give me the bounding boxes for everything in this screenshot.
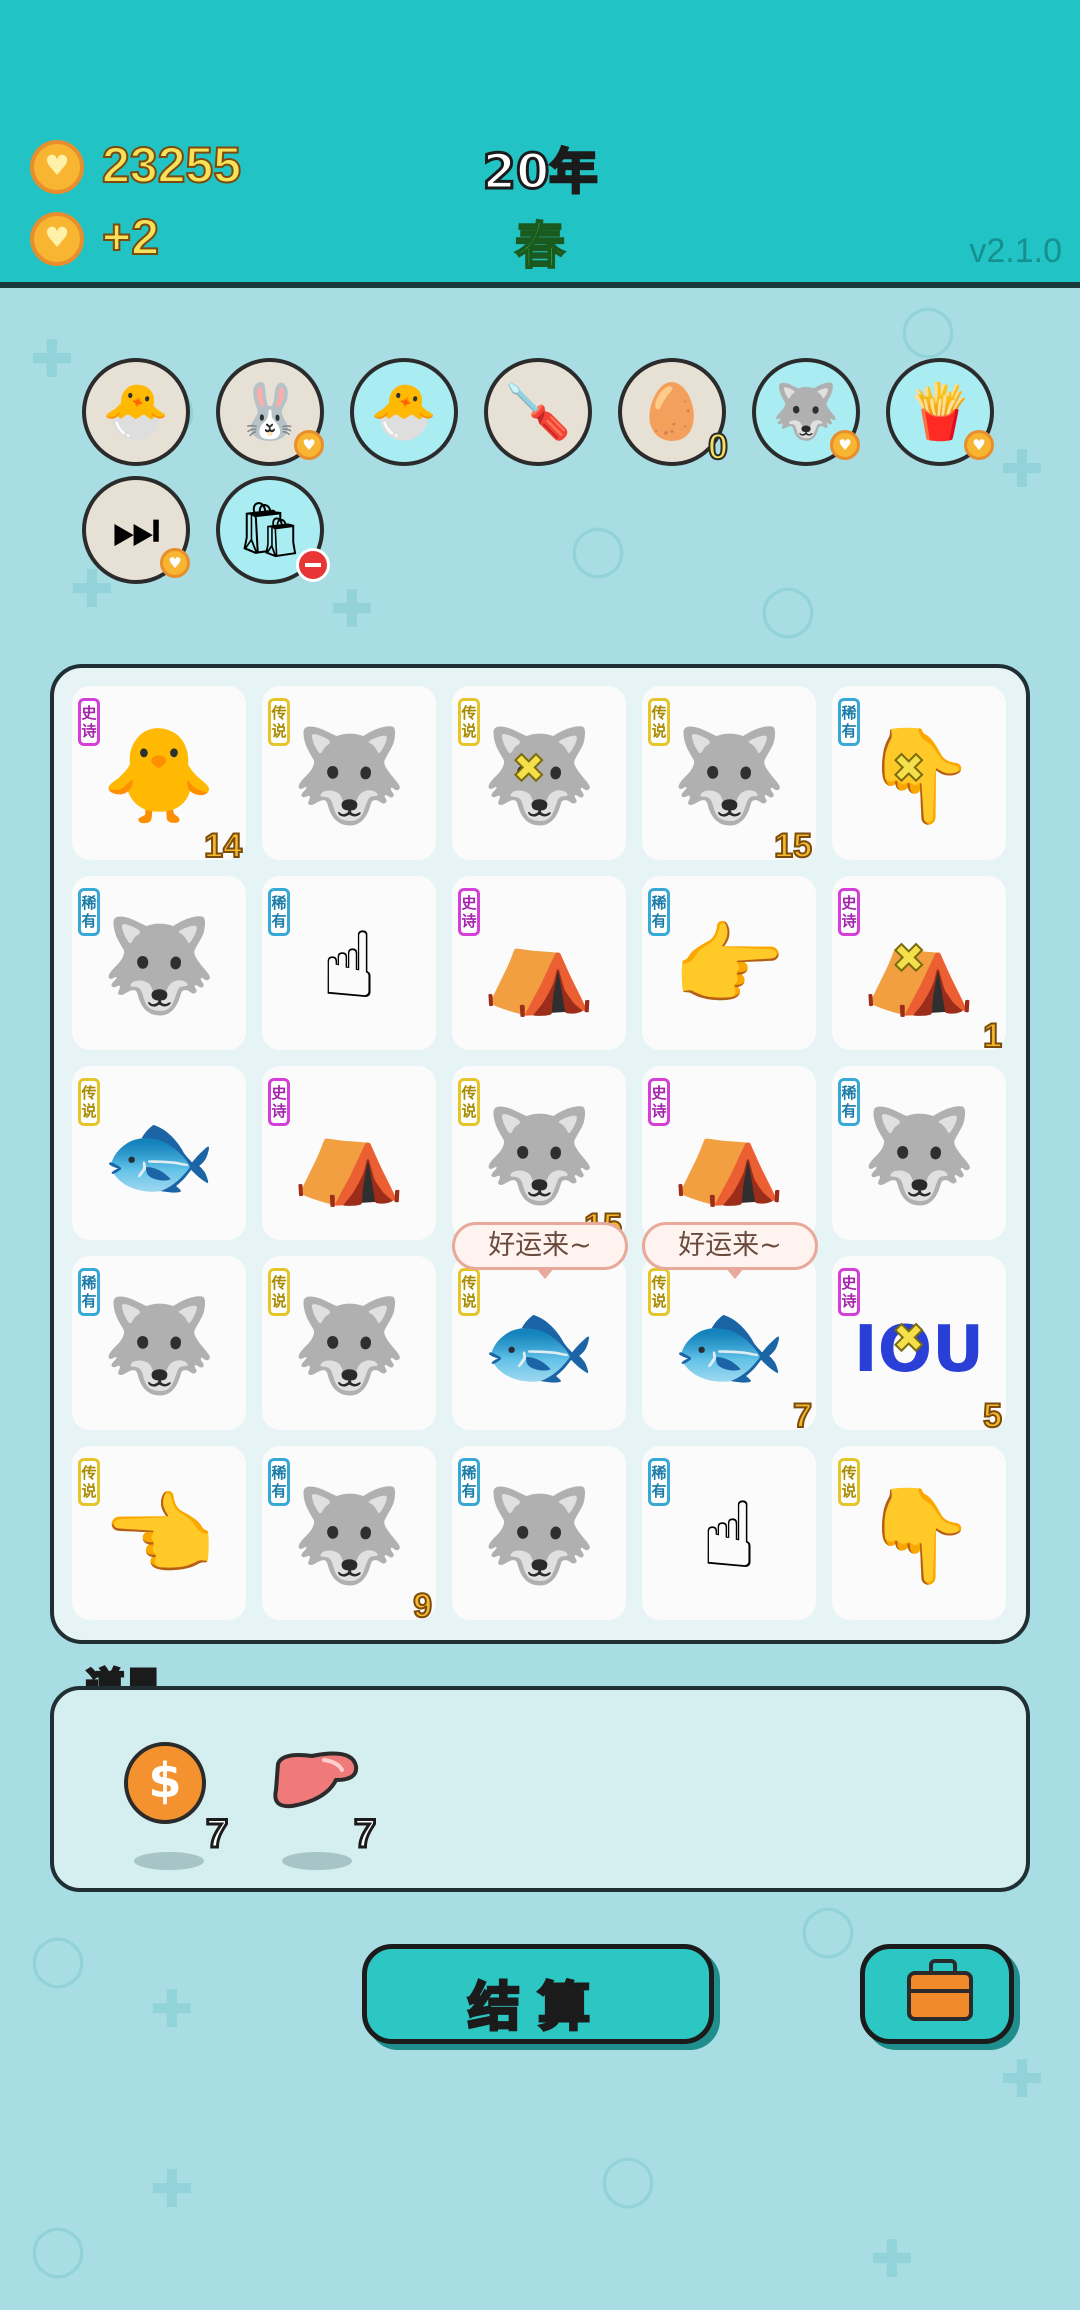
koi-fish-icon: 🐟 <box>101 1102 217 1209</box>
heart-badge-icon: ♥ <box>160 548 190 578</box>
husky-icon: 🐺 <box>481 1482 597 1589</box>
yellow-hand-pointing-down-icon: 👇 <box>861 1482 977 1589</box>
hand-pointing-up-icon: ☝ <box>700 1482 758 1589</box>
dollar-coin-icon: $ <box>124 1742 206 1824</box>
rabbit-tent-icon: ⛺ <box>671 1102 787 1209</box>
destroy-mark-icon: ✖ <box>891 935 926 983</box>
board-cell-rabbit-tent[interactable]: 史诗 ⛺ <box>262 1066 436 1240</box>
board-cell-husky[interactable]: 稀有 🐺 <box>72 1256 246 1430</box>
board-cell-yellow-chick-face[interactable]: 史诗 🐥 14 <box>72 686 246 866</box>
income-amount: +2 <box>101 208 160 266</box>
king-husky-icon: 🐺 <box>481 1102 597 1209</box>
relic-sack[interactable]: 🛍 <box>216 476 330 584</box>
year-label: 20年 <box>481 143 599 202</box>
yellow-chick-face-icon: 🐥 <box>101 722 217 829</box>
heart-badge-icon: ♥ <box>294 430 324 460</box>
briefcase-icon <box>907 1959 973 2021</box>
board-cell-hand-pointing-down-destroyed[interactable]: 稀有 👇 ✖ <box>832 686 1006 860</box>
slot-board: 史诗 🐥 14 传说 🐺 传说 🐺 ✖ 传说 🐺 15 稀有 👇 ✖ 稀有 🐺 稀有 ☝ 史诗 ⛺ 稀有 👉 史诗 ⛺ ✖ 1 传说… <box>50 664 1030 1644</box>
relic-fries[interactable]: 🍟 ♥ <box>886 358 994 466</box>
dollar-glyph: $ <box>148 1753 182 1809</box>
rabbit-tent-icon: ⛺ <box>481 912 597 1019</box>
cell-count: 15 <box>773 826 813 866</box>
yellow-hand-pointing-left-icon: 👈 <box>101 1482 217 1589</box>
hand-pointing-right-icon: 👉 <box>671 912 787 1019</box>
chick-with-egg-icon: 🐣 <box>370 380 438 443</box>
rabbit-tent-icon: ⛺ <box>291 1102 407 1209</box>
board-cell-rabbit-tent[interactable]: 史诗 ⛺ <box>642 1066 816 1240</box>
cell-count: 1 <box>982 1016 1003 1056</box>
board-cell-husky[interactable]: 稀有 🐺 <box>452 1446 626 1620</box>
item-count: 7 <box>204 1811 229 1858</box>
cell-count: 5 <box>982 1396 1003 1436</box>
version-label: v2.1.0 <box>969 232 1062 270</box>
board-cell-hand-pointing-right[interactable]: 稀有 👉 <box>642 876 816 1050</box>
destroy-mark-icon: ✖ <box>511 745 546 793</box>
chick-with-egg-icon: 🐣 <box>102 380 170 443</box>
speech-bubble: 好运来~ <box>642 1222 818 1279</box>
gold-amount: 23255 <box>101 136 242 194</box>
cell-count: 14 <box>203 826 243 866</box>
speech-bubble: 好运来~ <box>452 1222 628 1279</box>
item-shadow <box>282 1852 352 1870</box>
relic-husky[interactable]: 🐺 ♥ <box>752 358 860 466</box>
board-cell-king-husky[interactable]: 传说🐺15 <box>452 1066 626 1246</box>
board-cell-king-husky[interactable]: 传说 🐺 <box>262 686 436 860</box>
king-husky-icon: 🐺 <box>291 1292 407 1399</box>
inventory-button[interactable] <box>860 1944 1014 2044</box>
board-cell-hand-pointing-up[interactable]: 稀有 ☝ <box>262 876 436 1050</box>
board-cell-iou-note-destroyed[interactable]: 史诗 IOU ✖ 5 <box>832 1256 1006 1436</box>
board-cell-yellow-hand-pointing-left[interactable]: 传说 👈 <box>72 1446 246 1620</box>
income-coin-icon <box>30 212 84 266</box>
minus-badge-icon <box>296 548 330 582</box>
liver-icon <box>272 1750 360 1810</box>
board-cell-rabbit-tent[interactable]: 史诗 ⛺ <box>452 876 626 1050</box>
season-label: 春 <box>514 216 566 276</box>
king-husky-icon: 🐺 <box>671 722 787 829</box>
screwdriver-icon: 🪛 <box>504 380 572 443</box>
cell-count: 7 <box>792 1396 813 1436</box>
heart-badge-icon: ♥ <box>964 430 994 460</box>
board-cell-rabbit-tent-destroyed[interactable]: 史诗 ⛺ ✖ 1 <box>832 876 1006 1056</box>
board-cell-koi-fish[interactable]: 传说 🐟 7 <box>642 1256 816 1436</box>
relic-skip[interactable]: ⏭ ♥ <box>82 476 190 584</box>
items-panel: $ 7 7 <box>50 1686 1030 1892</box>
relic-rabbit[interactable]: 🐰 ♥ <box>216 358 324 466</box>
board-cell-king-husky[interactable]: 传说🐺15 <box>642 686 816 866</box>
board-cell-husky[interactable]: 稀有 🐺 <box>832 1066 1006 1240</box>
koi-fish-icon: 🐟 <box>671 1292 787 1399</box>
board-cell-koi-fish[interactable]: 传说 🐟 <box>72 1066 246 1240</box>
relic-chick-with-egg[interactable]: 🐣 <box>350 358 458 466</box>
relic-chick-with-egg[interactable]: 🐣 <box>82 358 190 466</box>
board-cell-husky[interactable]: 稀有 🐺 9 <box>262 1446 436 1626</box>
husky-icon: 🐺 <box>861 1102 977 1209</box>
husky-icon: 🐺 <box>291 1482 407 1589</box>
board-cell-yellow-hand-pointing-down[interactable]: 传说 👇 <box>832 1446 1006 1620</box>
hand-pointing-up-icon: ☝ <box>320 912 378 1019</box>
settle-button[interactable]: 结算 <box>362 1944 714 2044</box>
destroy-mark-icon: ✖ <box>891 1315 926 1363</box>
cell-count: 9 <box>412 1586 433 1626</box>
relic-egg-tray[interactable]: 🥚 0 <box>618 358 729 468</box>
relic-count: 0 <box>707 425 729 468</box>
settle-label: 结算 <box>466 1977 608 2040</box>
relic-screwdriver[interactable]: 🪛 <box>484 358 592 466</box>
board-cell-king-husky-destroyed[interactable]: 传说 🐺 ✖ <box>452 686 626 860</box>
board-cell-hand-pointing-up[interactable]: 稀有 ☝ <box>642 1446 816 1620</box>
item-count: 7 <box>352 1811 377 1858</box>
koi-fish-icon: 🐟 <box>481 1292 597 1399</box>
heart-badge-icon: ♥ <box>830 430 860 460</box>
destroy-mark-icon: ✖ <box>891 745 926 793</box>
husky-icon: 🐺 <box>101 912 217 1019</box>
gold-coin-icon <box>30 140 84 194</box>
king-husky-icon: 🐺 <box>291 722 407 829</box>
item-shadow <box>134 1852 204 1870</box>
board-cell-koi-fish[interactable]: 传说 🐟 <box>452 1256 626 1430</box>
board-cell-husky[interactable]: 稀有 🐺 <box>72 876 246 1050</box>
top-status-bar: 23255 +2 20年 春 v2.1.0 <box>0 0 1080 288</box>
husky-icon: 🐺 <box>101 1292 217 1399</box>
board-cell-king-husky[interactable]: 传说 🐺 <box>262 1256 436 1430</box>
